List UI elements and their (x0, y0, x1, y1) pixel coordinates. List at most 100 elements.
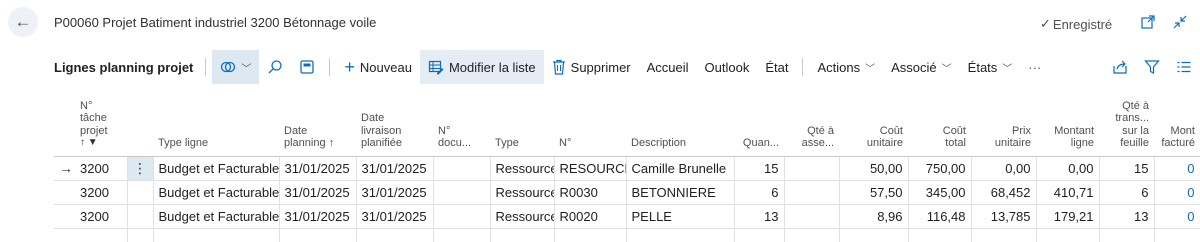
reports-menu[interactable]: États ﹀ (960, 50, 1021, 84)
quantity-cell[interactable]: 15 (734, 156, 785, 181)
state-menu[interactable]: État (757, 50, 796, 84)
line-type-cell[interactable]: Budget et Facturable (153, 204, 280, 229)
delivery-date-cell[interactable]: 31/01/2025 (356, 204, 434, 229)
qty-to-assemble-cell[interactable] (784, 204, 840, 229)
planning-date-cell[interactable]: 31/01/2025 (279, 156, 357, 181)
header-line: tâche (80, 112, 107, 124)
outlook-menu[interactable]: Outlook (697, 50, 758, 84)
delivery-date-cell[interactable]: 31/01/2025 (356, 156, 434, 181)
unit-cost-cell[interactable]: 57,50 (839, 180, 909, 205)
no-cell[interactable]: RESOURCE1 (554, 156, 627, 181)
planning-date-cell[interactable]: 31/01/2025 (279, 204, 357, 229)
column-header-type[interactable]: Type (490, 88, 554, 157)
qty-to-assemble-cell[interactable] (784, 180, 840, 205)
column-header-no[interactable]: N° (554, 88, 626, 157)
column-header-planning-date[interactable]: Date planning ↑ (279, 88, 356, 157)
row-menu-cell[interactable] (127, 180, 154, 205)
column-header-total-cost[interactable]: Coût total (908, 88, 971, 157)
description-cell[interactable]: Camille Brunelle (626, 156, 735, 181)
type-cell[interactable]: Ressource (490, 180, 555, 205)
qty-to-assemble-cell[interactable] (784, 156, 840, 181)
line-amount-cell[interactable]: 179,21 (1036, 204, 1100, 229)
description-cell[interactable]: BETONNIERE (626, 180, 735, 205)
unit-price-cell[interactable]: 68,452 (971, 180, 1037, 205)
no-cell[interactable]: R0020 (554, 204, 627, 229)
no-cell[interactable]: R0030 (554, 180, 627, 205)
share-icon (1113, 60, 1127, 74)
line-type-cell[interactable]: Budget et Facturable (153, 180, 280, 205)
line-amount-cell[interactable]: 0,00 (1036, 156, 1100, 181)
quantity-cell[interactable]: 6 (734, 180, 785, 205)
new-button[interactable]: + Nouveau (336, 50, 420, 84)
actions-menu[interactable]: Actions ﹀ (809, 50, 883, 84)
qty-to-transfer-cell[interactable]: 15 (1099, 156, 1155, 181)
column-header-quantity[interactable]: Quan... (734, 88, 784, 157)
amount-invoiced-link[interactable]: 0 (1154, 204, 1200, 229)
unit-price-cell[interactable]: 13,785 (971, 204, 1037, 229)
home-menu[interactable]: Accueil (639, 50, 697, 84)
doc-no-cell[interactable] (433, 156, 491, 181)
card-view-button[interactable] (291, 50, 323, 84)
actions-label: Actions (817, 59, 861, 75)
amount-invoiced-link[interactable]: 0 (1154, 156, 1200, 181)
type-cell[interactable]: Ressource (490, 156, 555, 181)
total-cost-cell[interactable]: 345,00 (908, 180, 972, 205)
row-selector[interactable] (54, 204, 75, 229)
column-header-amount-invoiced[interactable]: Mont facturé (1154, 88, 1200, 157)
row-menu-cell[interactable] (127, 204, 154, 229)
search-button[interactable] (259, 50, 291, 84)
view-mode-button[interactable]: ﹀ (212, 50, 260, 84)
column-header-line-type[interactable]: Type ligne (153, 88, 279, 157)
header-row: N° tâche projet ↑ ▼ Type ligne Date plan… (54, 88, 1200, 157)
column-header-line-amount[interactable]: Montant ligne (1036, 88, 1099, 157)
column-header-qty-to-transfer[interactable]: Qté à trans... sur la feuille (1099, 88, 1154, 157)
table-row[interactable]: 3200 Budget et Facturable 31/01/2025 31/… (54, 204, 1200, 229)
reports-label: États (967, 59, 998, 75)
delivery-date-cell[interactable]: 31/01/2025 (356, 180, 434, 205)
unit-price-cell[interactable]: 0,00 (971, 156, 1037, 181)
row-selector[interactable]: → (54, 156, 75, 181)
column-header-unit-price[interactable]: Prix unitaire (971, 88, 1036, 157)
table-row[interactable]: 3200 Budget et Facturable 31/01/2025 31/… (54, 180, 1200, 205)
doc-no-cell[interactable] (433, 180, 491, 205)
edit-list-button[interactable]: Modifier la liste (419, 50, 544, 84)
task-no-cell[interactable]: 3200 (75, 180, 128, 205)
collapse-icon[interactable] (1172, 14, 1188, 30)
unit-cost-cell[interactable]: 8,96 (839, 204, 909, 229)
column-header-doc-no[interactable]: N° docu... (433, 88, 490, 157)
row-menu-button[interactable]: ⋮ (127, 156, 154, 181)
more-icon: ··· (1028, 59, 1042, 75)
share-button[interactable] (1104, 50, 1136, 84)
more-options-button[interactable]: ··· (1020, 50, 1049, 84)
total-cost-cell[interactable]: 116,48 (908, 204, 972, 229)
column-header-description[interactable]: Description (626, 88, 734, 157)
delete-button[interactable]: Supprimer (544, 50, 639, 84)
related-menu[interactable]: Associé ﹀ (883, 50, 960, 84)
line-type-cell[interactable]: Budget et Facturable (153, 156, 280, 181)
table-row[interactable]: → 3200 ⋮ Budget et Facturable 31/01/2025… (54, 156, 1200, 181)
qty-to-transfer-cell[interactable]: 6 (1099, 180, 1155, 205)
qty-to-transfer-cell[interactable]: 13 (1099, 204, 1155, 229)
doc-no-cell[interactable] (433, 204, 491, 229)
empty-cell (554, 228, 627, 242)
type-cell[interactable]: Ressource (490, 204, 555, 229)
task-no-cell[interactable]: 3200 (75, 156, 128, 181)
open-in-new-window-icon[interactable] (1140, 14, 1156, 30)
amount-invoiced-link[interactable]: 0 (1154, 180, 1200, 205)
back-button[interactable]: ← (8, 7, 38, 37)
total-cost-cell[interactable]: 750,00 (908, 156, 972, 181)
column-header-unit-cost[interactable]: Coût unitaire (839, 88, 908, 157)
column-header-task-no[interactable]: N° tâche projet ↑ ▼ (75, 88, 127, 157)
planning-date-cell[interactable]: 31/01/2025 (279, 180, 357, 205)
filter-button[interactable] (1136, 50, 1168, 84)
description-cell[interactable]: PELLE (626, 204, 735, 229)
new-line-row[interactable] (54, 228, 1200, 242)
task-no-cell[interactable]: 3200 (75, 204, 128, 229)
list-view-button[interactable] (1168, 50, 1200, 84)
row-selector[interactable] (54, 180, 75, 205)
line-amount-cell[interactable]: 410,71 (1036, 180, 1100, 205)
quantity-cell[interactable]: 13 (734, 204, 785, 229)
column-header-qty-to-assemble[interactable]: Qté à asse... (784, 88, 839, 157)
unit-cost-cell[interactable]: 50,00 (839, 156, 909, 181)
column-header-delivery-date[interactable]: Date livraison planifiée (356, 88, 433, 157)
